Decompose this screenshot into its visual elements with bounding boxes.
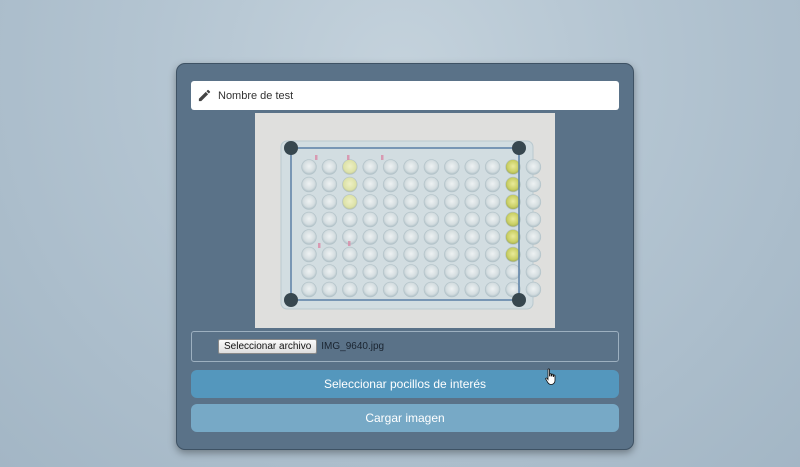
- roi-handle-top-left[interactable]: [284, 141, 298, 155]
- load-image-button[interactable]: Cargar imagen: [191, 404, 619, 432]
- plate-image-preview[interactable]: [255, 113, 555, 328]
- file-input[interactable]: Seleccionar archivo IMG_9640.jpg: [191, 331, 619, 362]
- pencil-icon: [197, 88, 212, 103]
- roi-handle-bottom-right[interactable]: [512, 293, 526, 307]
- hand-cursor-icon: [545, 368, 556, 385]
- test-name-field[interactable]: [191, 81, 619, 110]
- form-card: Seleccionar archivo IMG_9640.jpg Selecci…: [176, 63, 634, 450]
- choose-file-button[interactable]: Seleccionar archivo: [218, 339, 318, 354]
- roi-handle-bottom-left[interactable]: [284, 293, 298, 307]
- roi-handle-top-right[interactable]: [512, 141, 526, 155]
- test-name-input[interactable]: [218, 89, 598, 102]
- selected-file-name: IMG_9640.jpg: [321, 341, 385, 352]
